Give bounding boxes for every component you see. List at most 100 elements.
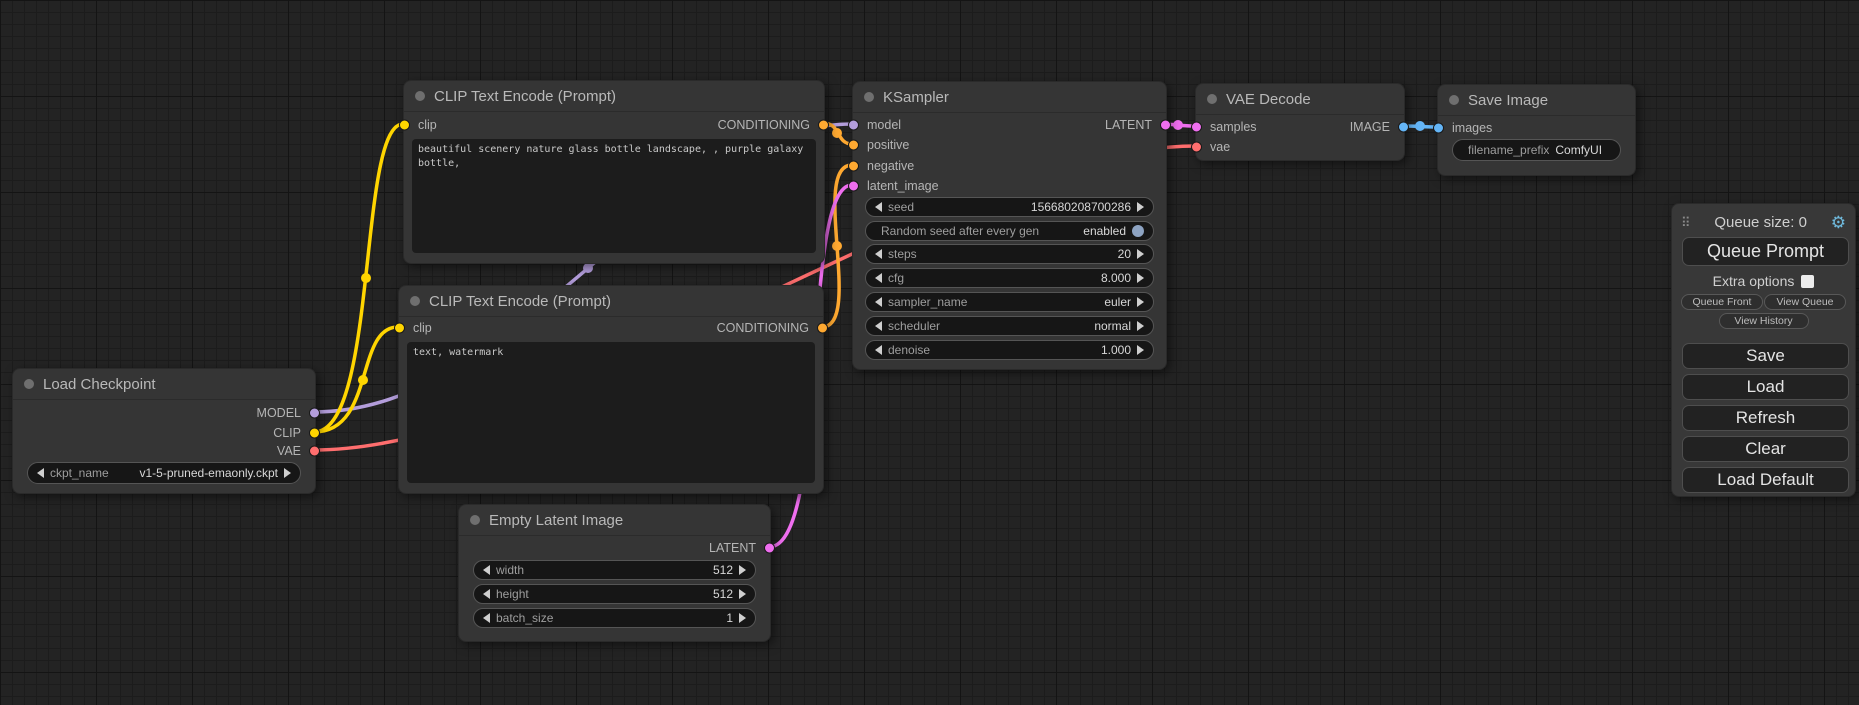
decrement-arrow-icon[interactable] xyxy=(875,297,882,307)
view-history-button[interactable]: View History xyxy=(1719,313,1809,329)
node-title: CLIP Text Encode (Prompt) xyxy=(429,293,611,310)
input-model-port-dot[interactable] xyxy=(848,120,859,131)
output-vae-port-dot[interactable] xyxy=(309,446,320,457)
decrement-arrow-icon[interactable] xyxy=(875,202,882,212)
collapse-dot-icon[interactable] xyxy=(1449,95,1459,105)
collapse-dot-icon[interactable] xyxy=(415,91,425,101)
wire-clip-positive-midpoint-dot xyxy=(361,273,371,283)
node-clip-text-encode-negative[interactable]: CLIP Text Encode (Prompt) clip CONDITION… xyxy=(398,285,824,494)
cfg-widget[interactable]: cfg 8.000 xyxy=(865,268,1154,288)
output-model-port-dot[interactable] xyxy=(309,408,320,419)
width-widget[interactable]: width 512 xyxy=(473,560,756,580)
increment-arrow-icon[interactable] xyxy=(1137,345,1144,355)
increment-arrow-icon[interactable] xyxy=(739,613,746,623)
sampler-name-widget[interactable]: sampler_name euler xyxy=(865,292,1154,312)
toggle-dot-icon[interactable] xyxy=(1132,225,1144,237)
scheduler-widget[interactable]: scheduler normal xyxy=(865,316,1154,336)
widget-label: ckpt_name xyxy=(50,466,109,480)
input-vae-port-dot[interactable] xyxy=(1191,142,1202,153)
drag-handle-icon[interactable]: ⠿ xyxy=(1681,216,1691,229)
ckpt-name-widget[interactable]: ckpt_name v1-5-pruned-emaonly.ckpt xyxy=(27,462,301,484)
output-conditioning: CONDITIONING xyxy=(717,318,809,338)
increment-arrow-icon[interactable] xyxy=(739,565,746,575)
filename-prefix-widget[interactable]: filename_prefix ComfyUI xyxy=(1452,139,1621,161)
input-latent-image: latent_image xyxy=(867,176,939,196)
collapse-dot-icon[interactable] xyxy=(1207,94,1217,104)
node-title: VAE Decode xyxy=(1226,91,1311,108)
decrement-arrow-icon[interactable] xyxy=(483,613,490,623)
random-seed-toggle-widget[interactable]: Random seed after every gen enabled xyxy=(865,221,1154,241)
refresh-button[interactable]: Refresh xyxy=(1682,405,1849,431)
node-title-bar[interactable]: KSampler xyxy=(853,82,1166,113)
decrement-arrow-icon[interactable] xyxy=(483,565,490,575)
node-empty-latent-image[interactable]: Empty Latent Image LATENT width 512 heig… xyxy=(458,504,771,642)
view-queue-button[interactable]: View Queue xyxy=(1764,294,1846,310)
output-conditioning-port-dot[interactable] xyxy=(818,120,829,131)
node-ksampler[interactable]: KSampler model positive negative latent_… xyxy=(852,81,1167,370)
increment-arrow-icon[interactable] xyxy=(1137,297,1144,307)
output-clip-port-dot[interactable] xyxy=(309,428,320,439)
input-negative-port-dot[interactable] xyxy=(848,161,859,172)
queue-front-button[interactable]: Queue Front xyxy=(1681,294,1763,310)
collapse-dot-icon[interactable] xyxy=(410,296,420,306)
collapse-dot-icon[interactable] xyxy=(470,515,480,525)
increment-arrow-icon[interactable] xyxy=(1137,202,1144,212)
input-latent-image-port-dot[interactable] xyxy=(848,181,859,192)
input-clip-port-dot[interactable] xyxy=(399,120,410,131)
widget-value: 512 xyxy=(713,587,733,601)
extra-options-checkbox[interactable] xyxy=(1801,275,1814,288)
increment-arrow-icon[interactable] xyxy=(1137,273,1144,283)
node-clip-text-encode-positive[interactable]: CLIP Text Encode (Prompt) clip CONDITION… xyxy=(403,80,825,264)
queue-prompt-button[interactable]: Queue Prompt xyxy=(1682,237,1849,266)
increment-arrow-icon[interactable] xyxy=(1137,321,1144,331)
input-samples-port-dot[interactable] xyxy=(1191,122,1202,133)
node-title-bar[interactable]: Empty Latent Image xyxy=(459,505,770,536)
input-positive: positive xyxy=(867,135,909,155)
input-positive-port-dot[interactable] xyxy=(848,140,859,151)
node-graph-canvas[interactable]: Load Checkpoint MODEL CLIP VAE ckpt_name… xyxy=(0,0,1859,705)
node-load-checkpoint[interactable]: Load Checkpoint MODEL CLIP VAE ckpt_name… xyxy=(12,368,316,494)
steps-widget[interactable]: steps 20 xyxy=(865,244,1154,264)
collapse-dot-icon[interactable] xyxy=(864,92,874,102)
node-title-bar[interactable]: CLIP Text Encode (Prompt) xyxy=(404,81,824,112)
output-image-port-dot[interactable] xyxy=(1398,122,1409,133)
output-latent-port-dot[interactable] xyxy=(764,543,775,554)
decrement-arrow-icon[interactable] xyxy=(875,273,882,283)
decrement-arrow-icon[interactable] xyxy=(875,345,882,355)
save-button[interactable]: Save xyxy=(1682,343,1849,369)
settings-gear-icon[interactable]: ⚙ xyxy=(1831,214,1846,231)
node-title-bar[interactable]: Save Image xyxy=(1438,85,1635,116)
output-latent-label: LATENT xyxy=(709,541,756,555)
decrement-arrow-icon[interactable] xyxy=(483,589,490,599)
decrement-arrow-icon[interactable] xyxy=(875,321,882,331)
output-latent: LATENT xyxy=(1105,115,1152,135)
increment-arrow-icon[interactable] xyxy=(739,589,746,599)
clear-button[interactable]: Clear xyxy=(1682,436,1849,462)
batch-size-widget[interactable]: batch_size 1 xyxy=(473,608,756,628)
input-images-port-dot[interactable] xyxy=(1433,123,1444,134)
load-default-button[interactable]: Load Default xyxy=(1682,467,1849,493)
load-button[interactable]: Load xyxy=(1682,374,1849,400)
node-title-bar[interactable]: Load Checkpoint xyxy=(13,369,315,400)
widget-label: batch_size xyxy=(496,611,553,625)
denoise-widget[interactable]: denoise 1.000 xyxy=(865,340,1154,360)
height-widget[interactable]: height 512 xyxy=(473,584,756,604)
decrement-arrow-icon[interactable] xyxy=(37,468,44,478)
output-conditioning-port-dot[interactable] xyxy=(817,323,828,334)
node-title-bar[interactable]: CLIP Text Encode (Prompt) xyxy=(399,286,823,317)
node-vae-decode[interactable]: VAE Decode samples vae IMAGE xyxy=(1195,83,1405,161)
wire-latent-output-midpoint-dot xyxy=(1173,120,1183,130)
node-title-bar[interactable]: VAE Decode xyxy=(1196,84,1404,115)
widget-label: seed xyxy=(888,200,914,214)
collapse-dot-icon[interactable] xyxy=(24,379,34,389)
seed-widget[interactable]: seed 156680208700286 xyxy=(865,197,1154,217)
output-latent-port-dot[interactable] xyxy=(1160,120,1171,131)
node-save-image[interactable]: Save Image images filename_prefix ComfyU… xyxy=(1437,84,1636,176)
positive-prompt-textarea[interactable]: beautiful scenery nature glass bottle la… xyxy=(412,139,816,253)
negative-prompt-textarea[interactable]: text, watermark xyxy=(407,342,815,483)
increment-arrow-icon[interactable] xyxy=(284,468,291,478)
decrement-arrow-icon[interactable] xyxy=(875,249,882,259)
view-history-row: View History xyxy=(1672,313,1855,329)
input-clip-port-dot[interactable] xyxy=(394,323,405,334)
increment-arrow-icon[interactable] xyxy=(1137,249,1144,259)
